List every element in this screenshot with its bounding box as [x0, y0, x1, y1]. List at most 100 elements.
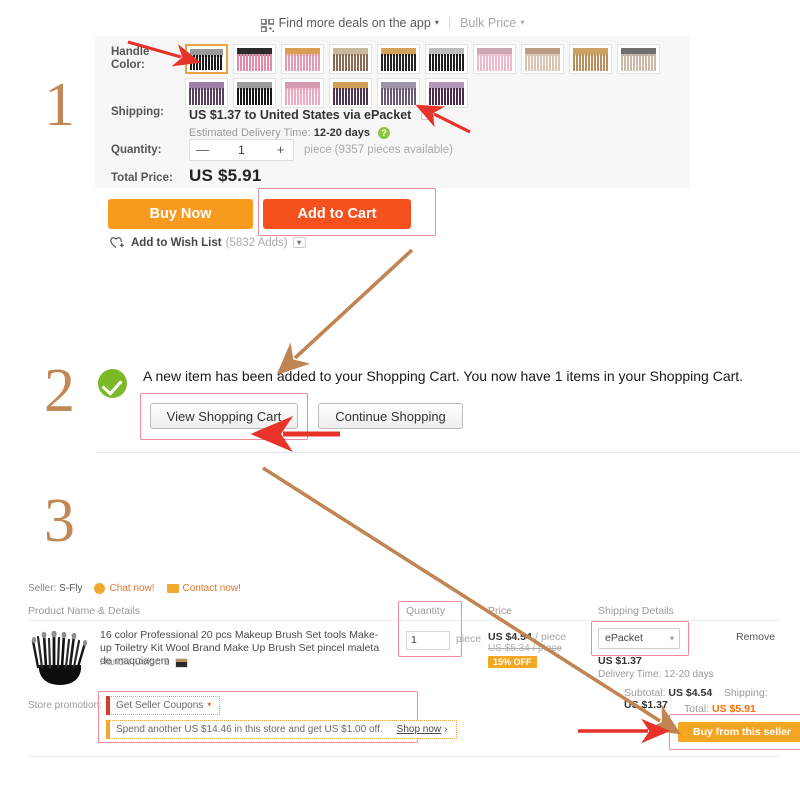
handle-color-swatch-pink-light[interactable]: [281, 78, 324, 108]
buy-now-button[interactable]: Buy Now: [108, 199, 253, 229]
cart-delivery-time: Delivery Time: 12-20 days: [598, 669, 714, 680]
quantity-increment-button[interactable]: +: [268, 140, 293, 160]
delivery-value: 12-20 days: [313, 127, 370, 139]
handle-color-swatch-light-pink[interactable]: [473, 44, 516, 74]
help-icon[interactable]: ?: [378, 127, 391, 140]
buy-from-this-seller-button[interactable]: Buy from this seller: [678, 722, 800, 742]
swatch-handles: [621, 54, 656, 71]
total-price-row: Total Price: US $5.91: [111, 166, 671, 186]
quantity-input[interactable]: [215, 142, 268, 158]
coupons-caret-icon[interactable]: ▾: [207, 700, 211, 709]
swatch-row-2: [185, 78, 675, 108]
add-to-cart-button[interactable]: Add to Cart: [263, 199, 411, 229]
wish-list-dropdown-icon[interactable]: ▾: [292, 237, 306, 248]
swatch-handles: [189, 88, 224, 105]
swatch-handles: [573, 54, 608, 71]
contact-now-link[interactable]: Contact now!: [183, 583, 241, 594]
handle-color-swatch-pink-gold[interactable]: [281, 44, 324, 74]
quantity-availability-note: piece (9357 pieces available): [304, 144, 453, 156]
handle-color-swatch-beige-black[interactable]: [617, 44, 660, 74]
handle-color-swatch-nude-beige[interactable]: [521, 44, 564, 74]
swatch-handles: [285, 54, 320, 71]
bulk-price-label[interactable]: Bulk Price: [460, 16, 516, 30]
handle-color-swatch-black-silver[interactable]: [185, 44, 228, 74]
handle-color-swatch-plum[interactable]: [425, 78, 468, 108]
cart-price-original: US $5.34 / piece: [488, 643, 562, 654]
cart-shipping-cost: US $1.37: [598, 655, 642, 667]
store-promotion-label: Store promotion:: [28, 700, 102, 711]
swatch-handles: [237, 54, 272, 71]
handle-color-swatch-black-silver-2[interactable]: [425, 44, 468, 74]
total-price-label: Total Price:: [111, 172, 173, 184]
quantity-row: Quantity: — + piece (9357 pieces availab…: [111, 139, 671, 161]
swatch-handles: [477, 54, 512, 71]
section-divider: [96, 452, 800, 453]
makeup-brush-set-thumbnail[interactable]: [30, 631, 90, 687]
swatch-handles: [429, 88, 464, 105]
step-number-3: 3: [44, 487, 75, 555]
handle-color-swatch-black-gold[interactable]: [377, 44, 420, 74]
get-seller-coupons[interactable]: Get Seller Coupons ▾: [106, 696, 221, 715]
total-price-value: US $5.91: [189, 166, 262, 185]
swatch-handles: [333, 88, 368, 105]
mail-icon[interactable]: [166, 584, 179, 593]
swatch-handles: [381, 88, 416, 105]
cart-quantity-unit: piece: [456, 633, 482, 645]
shipping-value: US $1.37 to United States via ePacket: [189, 108, 412, 122]
cart-added-message: A new item has been added to your Shoppi…: [143, 368, 744, 384]
step-number-2: 2: [44, 357, 75, 425]
handle-color-swatch-brown-tan[interactable]: [329, 44, 372, 74]
swatch-handles: [381, 54, 416, 71]
handle-color-swatch-tan-gold[interactable]: [569, 44, 612, 74]
add-to-wish-list[interactable]: Add to Wish List (5832 Adds) ▾: [110, 236, 306, 249]
discount-badge: 15% OFF: [488, 656, 537, 668]
bulk-price-caret-icon[interactable]: ▾: [520, 18, 524, 27]
swatch-handles: [333, 54, 368, 71]
handle-color-swatch-purple-dark[interactable]: [185, 78, 228, 108]
shipping-dropdown-icon[interactable]: ▾: [420, 109, 434, 121]
attribute-label: Handle Color:: [100, 657, 162, 668]
check-circle-icon: [98, 369, 127, 398]
shopping-cart-panel: Seller: S-Fly Chat now! Contact now! Pro…: [28, 583, 800, 758]
color-swatch-icon: [174, 657, 188, 668]
cart-header-rule: [28, 620, 780, 621]
cart-quantity-input[interactable]: 1: [406, 631, 450, 650]
delivery-label: Estimated Delivery Time:: [189, 127, 311, 139]
swatch-handles: [237, 88, 272, 105]
handle-color-swatch-purple-gold[interactable]: [329, 78, 372, 108]
step-number-1: 1: [44, 71, 75, 139]
shop-now-caret-icon: ›: [444, 724, 448, 735]
quantity-label: Quantity:: [111, 143, 162, 156]
seller-label: Seller:: [28, 583, 57, 594]
swatch-handles: [285, 88, 320, 105]
view-shopping-cart-button[interactable]: View Shopping Cart: [150, 403, 298, 429]
wish-list-label: Add to Wish List: [131, 236, 222, 249]
cart-bottom-rule: [28, 756, 780, 757]
remove-item-link[interactable]: Remove: [736, 631, 775, 643]
attribute-value: 1: [163, 657, 170, 668]
quantity-decrement-button[interactable]: —: [190, 140, 215, 160]
handle-color-swatch-violet-grey[interactable]: [377, 78, 420, 108]
find-deals-label[interactable]: Find more deals on the app: [279, 16, 431, 30]
shop-now-link[interactable]: Shop now: [397, 724, 441, 735]
chat-now-link[interactable]: Chat now!: [109, 583, 154, 594]
continue-shopping-button[interactable]: Continue Shopping: [318, 403, 463, 429]
find-deals-caret-icon[interactable]: ▾: [435, 18, 439, 27]
shipping-label: Shipping:: [111, 106, 165, 118]
swatch-row-1: [185, 44, 675, 74]
app-bar-separator: |: [447, 16, 452, 30]
column-header-product: Product Name & Details: [28, 605, 141, 617]
handle-color-label: Handle Color:: [111, 46, 150, 71]
quantity-stepper[interactable]: — +: [189, 139, 294, 161]
cart-price-current: US $4.54 / piece: [488, 631, 567, 643]
heart-plus-icon: [110, 236, 125, 249]
handle-color-swatch-pink-black[interactable]: [233, 44, 276, 74]
cart-item-attribute: Handle Color: 1: [100, 657, 188, 668]
shipping-method-select[interactable]: ePacket: [598, 628, 680, 649]
spend-more-promotion: Spend another US $14.46 in this store an…: [106, 720, 457, 739]
seller-bar: Seller: S-Fly Chat now! Contact now!: [28, 583, 241, 594]
arrow-add-to-cart-to-confirmation: [276, 248, 414, 376]
chat-icon[interactable]: [94, 583, 106, 594]
handle-color-swatch-black-grey[interactable]: [233, 78, 276, 108]
seller-name: S-Fly: [59, 583, 83, 594]
